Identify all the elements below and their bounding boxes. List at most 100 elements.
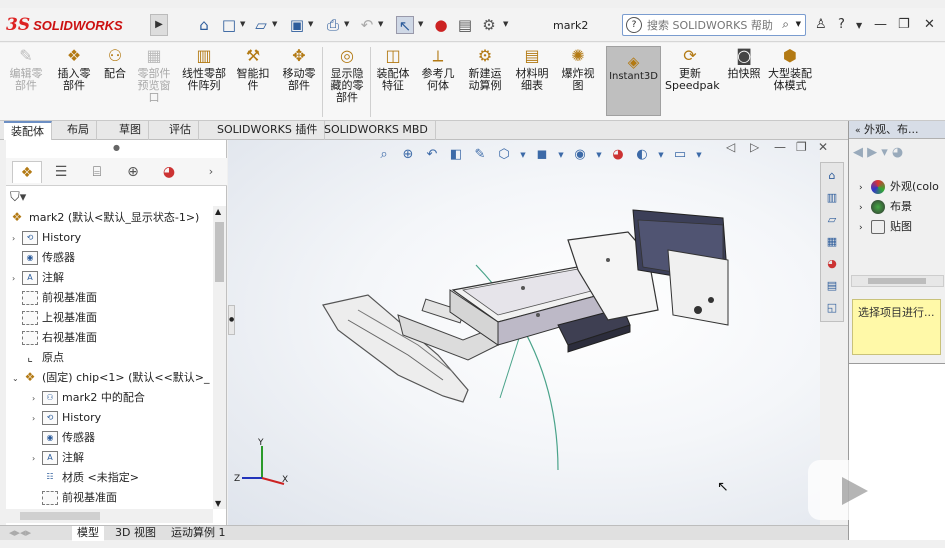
bill-of-materials-button[interactable]: ▤ 材料明细表 [512, 46, 552, 92]
scroll-thumb[interactable] [868, 278, 926, 284]
show-hidden-components-button[interactable]: ◎ 显示隐藏的零部件 [326, 46, 368, 104]
move-component-button[interactable]: ✥ 移动零部件 [278, 46, 320, 92]
select-dropdown-icon[interactable]: ▼ [418, 20, 423, 28]
pane-horizontal-scrollbar[interactable] [851, 275, 944, 287]
pane-item-scenes[interactable]: › 布景 [859, 197, 912, 217]
new-dropdown-icon[interactable]: ▼ [240, 20, 245, 28]
tree-item-front-plane[interactable]: 前视基准面 [12, 288, 97, 308]
new-motion-study-button[interactable]: ⚙ 新建运动算例 [464, 46, 506, 92]
scroll-up-icon[interactable]: ▲ [215, 207, 221, 216]
display-manager-tab-icon[interactable]: ◕ [154, 161, 184, 183]
smart-fasteners-button[interactable]: ⚒ 智能扣件 [234, 46, 272, 92]
tab-solidworks-mbd[interactable]: SOLIDWORKS MBD [317, 121, 436, 140]
tree-item-sensors[interactable]: ◉ 传感器 [32, 428, 95, 448]
tree-item-annotations[interactable]: › A 注解 [32, 448, 84, 468]
expand-chevron-icon[interactable]: › [859, 198, 871, 218]
insert-component-button[interactable]: ❖ 插入零部件 [54, 46, 94, 92]
tab-model[interactable]: 模型 [72, 526, 104, 541]
large-assembly-mode-button[interactable]: ⬢ 大型装配体模式 [768, 46, 812, 92]
tab-scroll-arrows[interactable]: ◂▸◂▸ [4, 526, 36, 541]
save-icon[interactable]: ▣ [288, 16, 306, 34]
new-document-icon[interactable]: □ [220, 16, 238, 34]
tree-root-assembly[interactable]: ❖ mark2 (默认<默认_显示状态-1>) [9, 208, 200, 228]
restore-icon[interactable]: ❐ [898, 17, 910, 32]
file-explorer-icon[interactable]: ▱ [823, 211, 841, 229]
tree-item-chip-component[interactable]: ⌄ ❖ (固定) chip<1> (默认<<默认>_ [12, 368, 210, 388]
tree-item-top-plane[interactable]: 上视基准面 [12, 308, 97, 328]
feature-manager-tab-icon[interactable]: ❖ [12, 161, 42, 183]
tree-item-mates[interactable]: › ⚇ mark2 中的配合 [32, 388, 145, 408]
help-dropdown-icon[interactable]: ▼ [856, 21, 862, 30]
more-tabs-chevron-icon[interactable]: › [196, 161, 226, 183]
forum-icon[interactable]: ◱ [823, 299, 841, 317]
save-dropdown-icon[interactable]: ▼ [308, 20, 313, 28]
filter-icon[interactable]: ⛉▾ [10, 190, 26, 205]
help-question-icon[interactable]: ? [838, 17, 845, 32]
undo-icon[interactable]: ↶ [358, 16, 376, 34]
collapse-chevron-icon[interactable]: ⌄ [12, 369, 22, 389]
property-manager-tab-icon[interactable]: ☰ [46, 161, 76, 183]
options-gear-icon[interactable]: ⚙ [480, 16, 498, 34]
mate-button[interactable]: ⚇ 配合 [100, 46, 130, 80]
help-search-input[interactable] [647, 17, 777, 33]
user-account-icon[interactable]: ♙ [815, 17, 827, 32]
tree-item-front-plane[interactable]: 前视基准面 [32, 488, 117, 508]
undo-dropdown-icon[interactable]: ▼ [378, 20, 383, 28]
tree-item-annotations[interactable]: › A 注解 [12, 268, 64, 288]
update-speedpak-button[interactable]: ⟳ 更新Speedpak [665, 46, 720, 92]
expand-chevron-icon[interactable]: › [32, 389, 42, 409]
graphics-area[interactable]: ⌕ ⊕ ↶ ◧ ✎ ⬡ ▼ ◼ ▼ ◉ ▼ ◕ ◐ ▼ ▭ ▼ ◁ ▷ — ❐ … [228, 140, 828, 525]
tree-horizontal-scrollbar[interactable] [6, 509, 213, 523]
print-dropdown-icon[interactable]: ▼ [344, 20, 349, 28]
file-properties-icon[interactable]: ▤ [456, 16, 474, 34]
tab-solidworks-addins[interactable]: SOLIDWORKS 插件 [210, 121, 326, 140]
open-dropdown-icon[interactable]: ▼ [272, 20, 277, 28]
expand-chevron-icon[interactable]: › [32, 409, 42, 429]
expand-chevron-icon[interactable]: › [32, 449, 42, 469]
tree-item-history[interactable]: › ⟲ History [32, 408, 101, 428]
custom-properties-icon[interactable]: ▤ [823, 277, 841, 295]
home-icon[interactable]: ⌂ [195, 16, 213, 34]
search-dropdown-icon[interactable]: ▼ [796, 20, 801, 28]
tab-motion-study-1[interactable]: 运动算例 1 [166, 526, 231, 541]
linear-pattern-button[interactable]: ▥ 线性零部件阵列 [178, 46, 230, 92]
edit-component-button[interactable]: ✎ 编辑零部件 [6, 46, 46, 92]
solidworks-logo[interactable]: 3S SOLIDWORKS [6, 12, 146, 38]
options-dropdown-icon[interactable]: ▼ [503, 20, 508, 28]
search-icon[interactable]: ⌕ [782, 17, 789, 32]
scroll-down-icon[interactable]: ▼ [215, 499, 221, 508]
take-snapshot-button[interactable]: ◙ 拍快照 [724, 46, 764, 80]
tree-item-material[interactable]: ☷ 材质 <未指定> [32, 468, 139, 488]
panel-collapse-handle[interactable]: ● [6, 143, 227, 153]
minimize-icon[interactable]: — [874, 17, 887, 32]
pane-item-decals[interactable]: › 贴图 [859, 217, 912, 237]
instant3d-button[interactable]: ◈ Instant3D [606, 46, 661, 116]
component-preview-button[interactable]: ▦ 零部件预览窗口 [133, 46, 175, 104]
help-search-box[interactable]: ? ⌕ ▼ [622, 14, 806, 36]
select-arrow-icon[interactable]: ↖ [396, 16, 414, 35]
tree-vertical-scrollbar[interactable]: ▲ ▼ [213, 206, 226, 509]
tab-assembly[interactable]: 装配体 [4, 121, 52, 140]
print-icon[interactable]: ⎙ [324, 16, 342, 34]
collapse-pane-icon[interactable]: « [855, 126, 861, 136]
dimxpert-tab-icon[interactable]: ⊕ [118, 161, 148, 183]
view-palette-icon[interactable]: ▦ [823, 233, 841, 251]
solidworks-resources-icon[interactable]: ⌂ [823, 167, 841, 185]
exploded-view-button[interactable]: ✺ 爆炸视图 [558, 46, 598, 92]
close-icon[interactable]: ✕ [924, 17, 935, 32]
tree-item-sensors[interactable]: ◉ 传感器 [12, 248, 75, 268]
tab-3d-views[interactable]: 3D 视图 [110, 526, 161, 541]
pane-navigation-icons[interactable]: ◀ ▶ ▾ ◕ [853, 145, 903, 160]
tab-sketch[interactable]: 草图 [112, 121, 149, 140]
reference-geometry-button[interactable]: ⟂ 参考几何体 [418, 46, 458, 92]
tree-item-right-plane[interactable]: 右视基准面 [12, 328, 97, 348]
open-folder-icon[interactable]: ▱ [252, 16, 270, 34]
expand-chevron-icon[interactable]: › [12, 229, 22, 249]
tree-item-history[interactable]: › ⟲ History [12, 228, 81, 248]
tree-item-origin[interactable]: ⌞ 原点 [12, 348, 64, 368]
rebuild-traffic-light-icon[interactable]: ● [432, 16, 450, 34]
scroll-thumb[interactable] [20, 512, 100, 520]
design-library-icon[interactable]: ▥ [823, 189, 841, 207]
scroll-thumb[interactable] [215, 222, 224, 282]
expand-chevron-icon[interactable]: › [859, 218, 871, 238]
